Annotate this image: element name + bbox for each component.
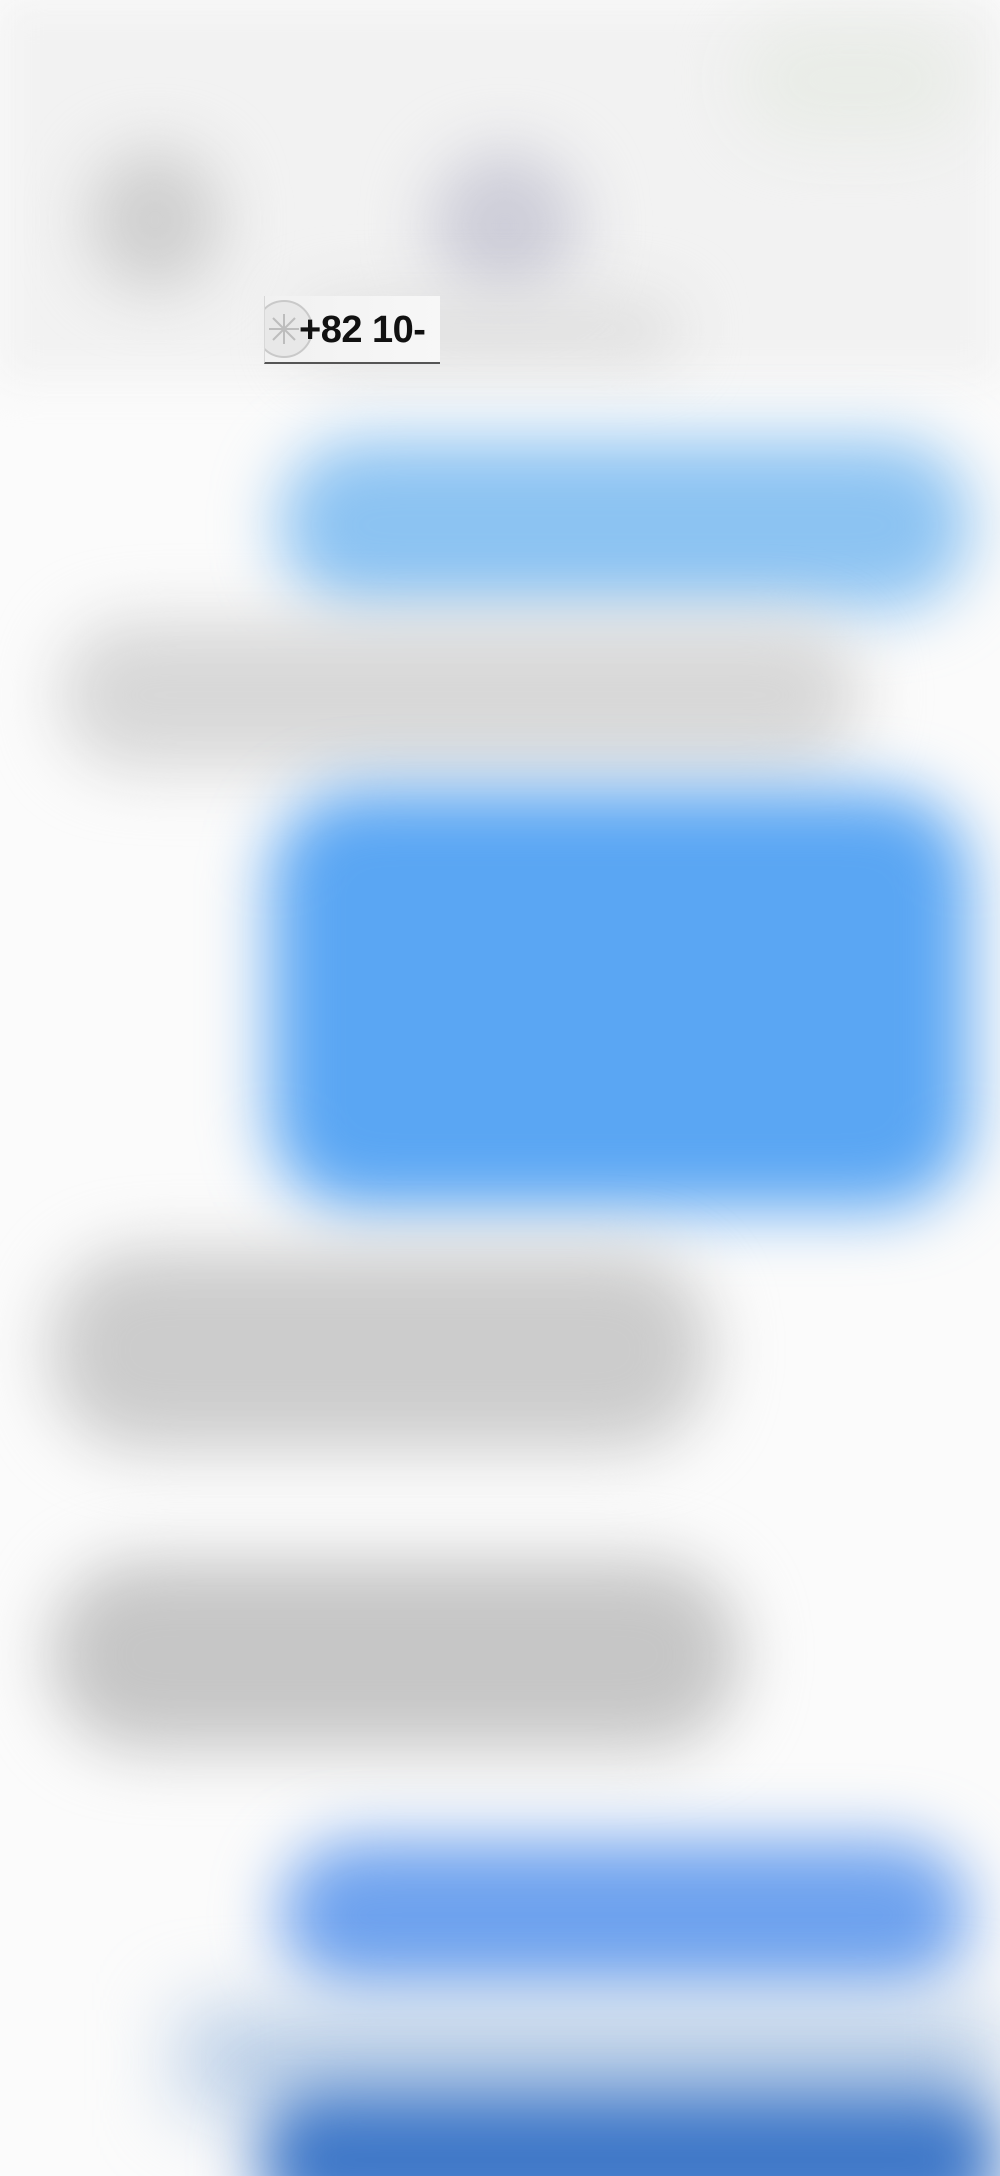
outgoing-message-bubble[interactable] xyxy=(280,1840,970,1990)
incoming-message-bubble[interactable] xyxy=(60,620,860,770)
incoming-message-bubble[interactable] xyxy=(50,1250,710,1450)
outgoing-message-bubble[interactable] xyxy=(260,2090,1000,2176)
contact-number: +82 10- xyxy=(299,309,426,351)
outgoing-message-bubble[interactable] xyxy=(280,440,970,610)
contact-number-chip[interactable]: +82 10- xyxy=(264,296,440,364)
outgoing-message-bubble[interactable] xyxy=(270,790,970,1210)
incoming-message-bubble[interactable] xyxy=(50,1560,740,1750)
blurred-contact-avatar[interactable] xyxy=(430,150,580,300)
blurred-status-area xyxy=(740,20,970,140)
messages-screen: +82 10- xyxy=(0,0,1000,2176)
blurred-back-button[interactable] xyxy=(90,150,220,290)
